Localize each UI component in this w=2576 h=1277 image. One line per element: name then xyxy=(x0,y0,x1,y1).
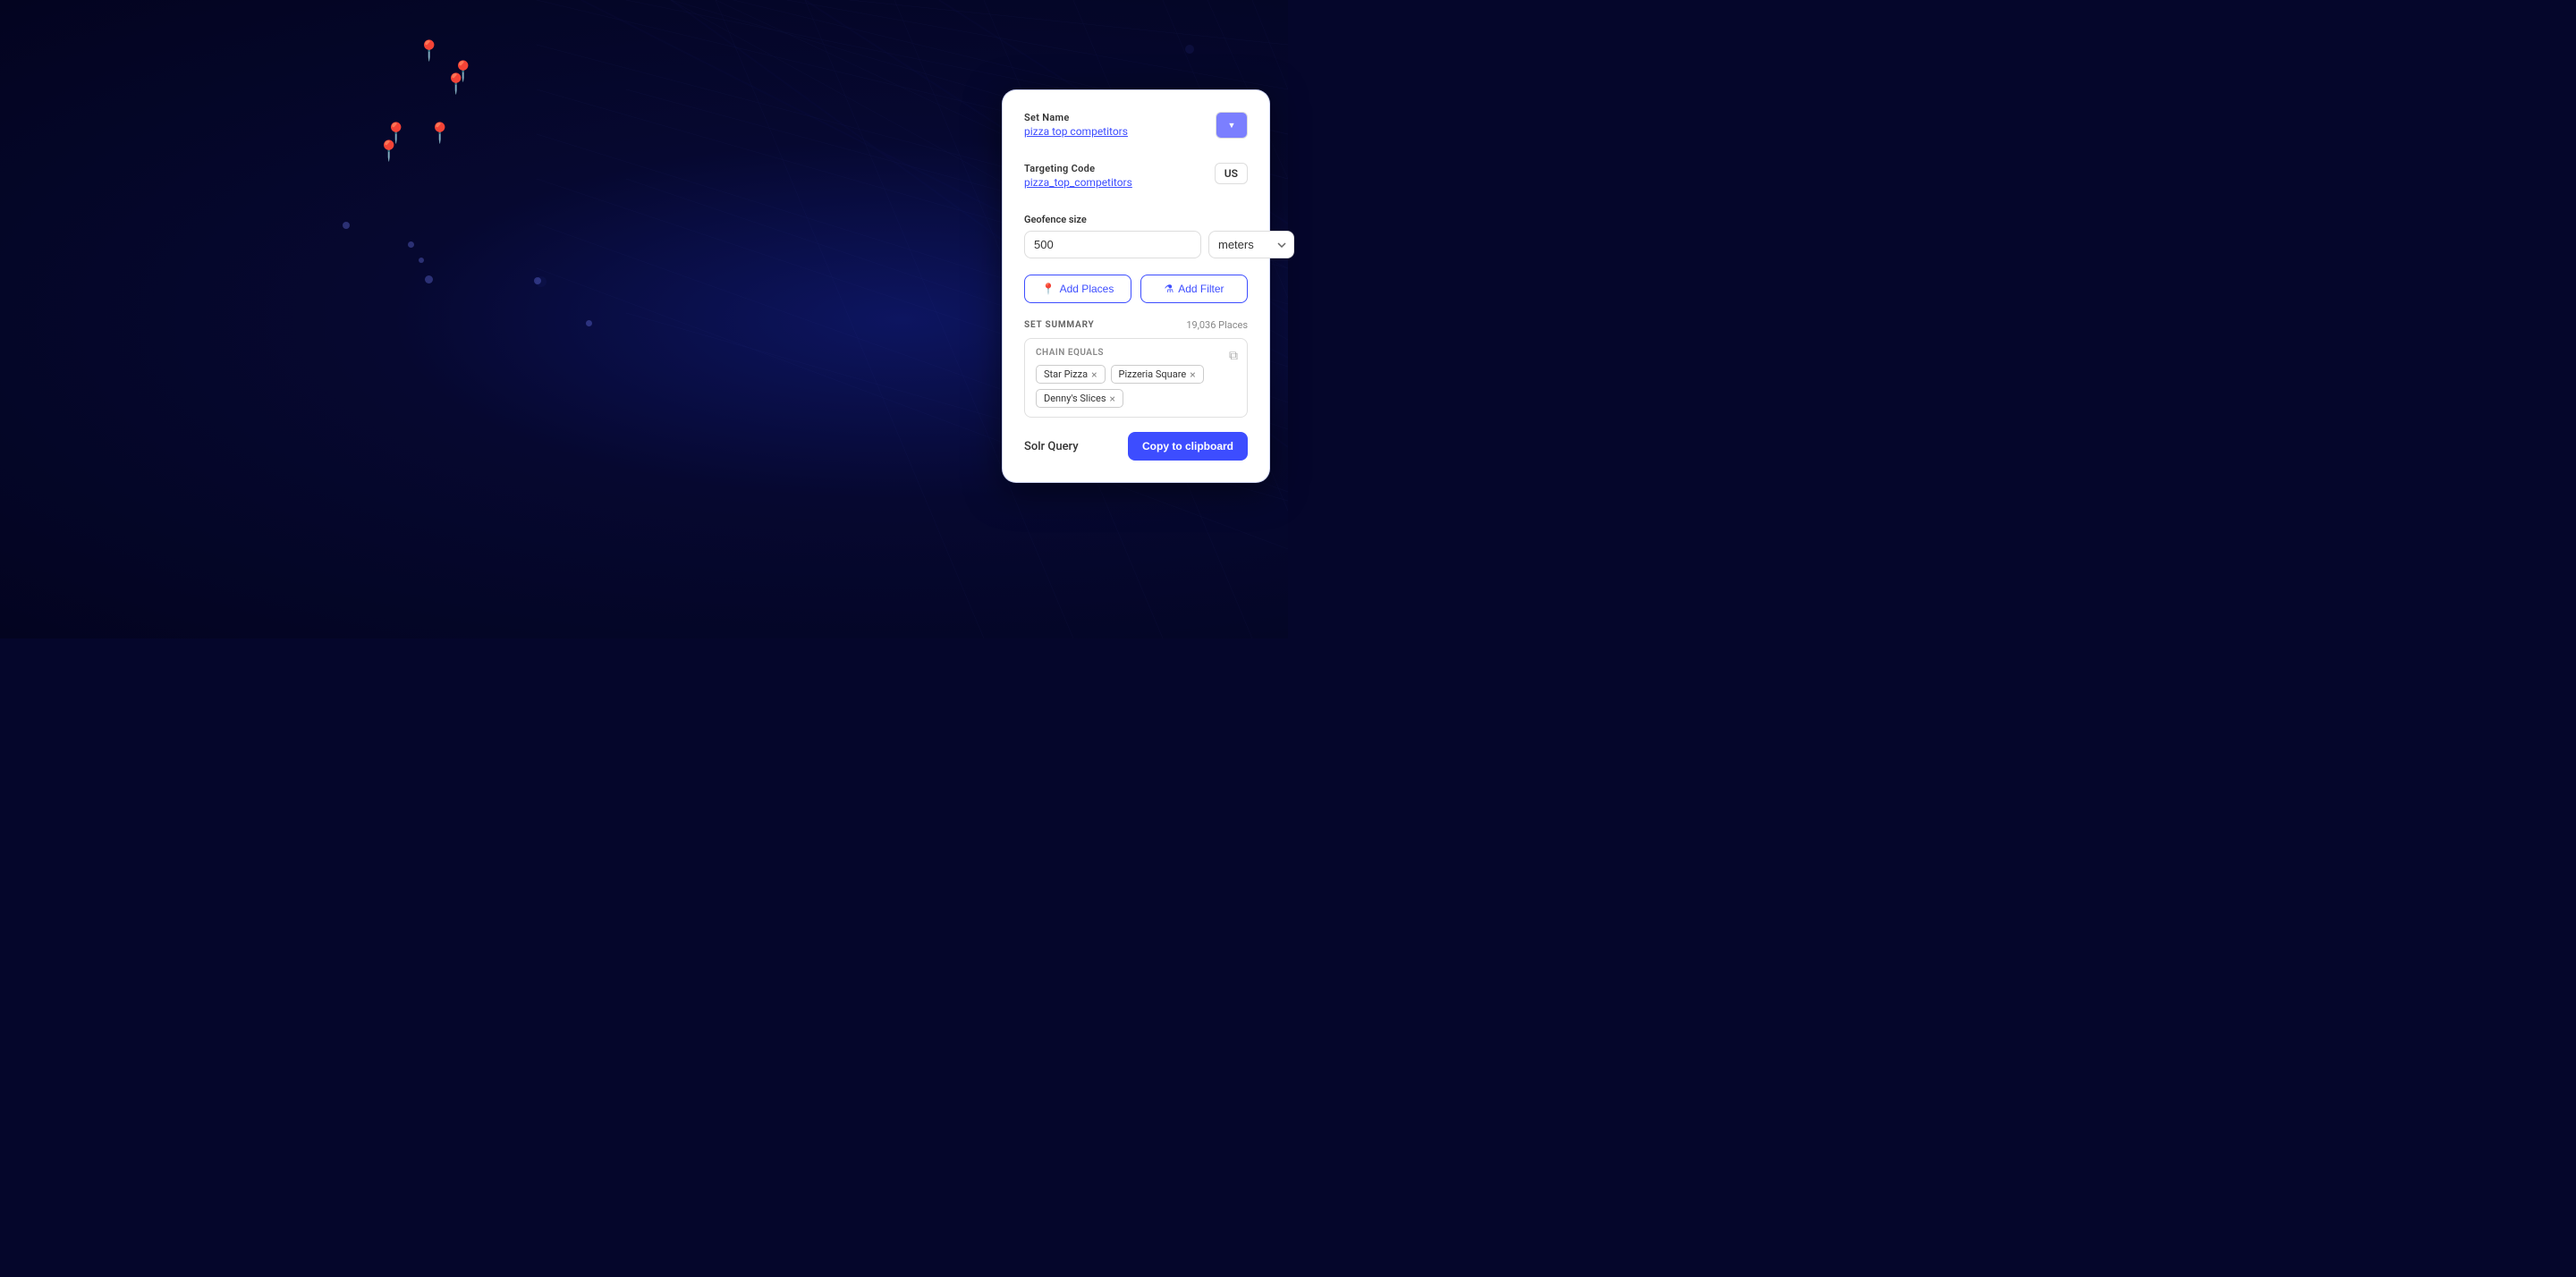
targeting-code-group: Targeting Code pizza_top_competitors xyxy=(1024,163,1132,201)
map-pin: 📍 xyxy=(444,73,468,96)
color-picker-button[interactable]: ▼ xyxy=(1216,112,1248,139)
geofence-inputs: meters kilometers miles feet xyxy=(1024,231,1248,258)
chain-equals-label: CHAIN EQUALS xyxy=(1036,348,1236,358)
add-filter-label: Add Filter xyxy=(1178,283,1224,295)
add-filter-button[interactable]: ⚗ Add Filter xyxy=(1140,275,1248,303)
set-name-group: Set Name pizza top competitors xyxy=(1024,112,1128,150)
map-pin: 📍 xyxy=(377,140,401,163)
tag-remove-dennys-slices[interactable]: × xyxy=(1110,393,1115,404)
geofence-value-input[interactable] xyxy=(1024,231,1201,258)
tag-star-pizza: Star Pizza × xyxy=(1036,365,1106,384)
solr-query-label: Solr Query xyxy=(1024,440,1079,453)
country-badge: US xyxy=(1215,163,1248,184)
map-dot xyxy=(586,320,592,326)
copy-to-clipboard-button[interactable]: Copy to clipboard xyxy=(1128,432,1248,461)
chevron-down-icon: ▼ xyxy=(1228,121,1236,130)
set-name-section: Set Name pizza top competitors ▼ xyxy=(1024,112,1248,150)
tag-label: Pizzeria Square xyxy=(1119,368,1187,380)
set-name-value[interactable]: pizza top competitors xyxy=(1024,125,1128,138)
targeting-code-label: Targeting Code xyxy=(1024,163,1132,174)
geofence-section: Geofence size meters kilometers miles fe… xyxy=(1024,214,1248,258)
set-summary-count: 19,036 Places xyxy=(1186,319,1248,331)
set-panel: Set Name pizza top competitors ▼ Targeti… xyxy=(1002,89,1270,483)
location-icon: 📍 xyxy=(1042,283,1055,295)
copy-icon-button[interactable]: ⧉ xyxy=(1229,348,1238,363)
map-dot xyxy=(534,277,541,284)
tag-pizzeria-square: Pizzeria Square × xyxy=(1111,365,1204,384)
map-dot xyxy=(425,275,433,283)
filter-icon: ⚗ xyxy=(1164,283,1174,295)
action-buttons: 📍 Add Places ⚗ Add Filter xyxy=(1024,275,1248,303)
add-places-label: Add Places xyxy=(1060,283,1114,295)
tag-remove-star-pizza[interactable]: × xyxy=(1091,369,1097,380)
tag-label: Denny's Slices xyxy=(1044,393,1106,404)
set-name-label: Set Name xyxy=(1024,112,1128,123)
add-places-button[interactable]: 📍 Add Places xyxy=(1024,275,1131,303)
geofence-label: Geofence size xyxy=(1024,214,1248,225)
tag-remove-pizzeria-square[interactable]: × xyxy=(1190,369,1195,380)
tag-label: Star Pizza xyxy=(1044,368,1088,380)
footer-row: Solr Query Copy to clipboard xyxy=(1024,432,1248,461)
set-summary-title: SET SUMMARY xyxy=(1024,320,1095,330)
summary-box: ⧉ CHAIN EQUALS Star Pizza × Pizzeria Squ… xyxy=(1024,338,1248,418)
map-dot xyxy=(419,258,424,263)
tag-dennys-slices: Denny's Slices × xyxy=(1036,389,1123,408)
copy-icon: ⧉ xyxy=(1229,348,1238,362)
map-dot xyxy=(343,222,350,229)
tags-container: Star Pizza × Pizzeria Square × Denny's S… xyxy=(1036,365,1236,408)
geofence-unit-select[interactable]: meters kilometers miles feet xyxy=(1208,231,1294,258)
set-summary-header: SET SUMMARY 19,036 Places xyxy=(1024,319,1248,331)
map-dot xyxy=(408,241,414,248)
targeting-code-section: Targeting Code pizza_top_competitors US xyxy=(1024,163,1248,201)
map-pin: 📍 xyxy=(417,40,441,63)
map-pin: 📍 xyxy=(428,123,452,145)
targeting-code-value[interactable]: pizza_top_competitors xyxy=(1024,176,1132,189)
